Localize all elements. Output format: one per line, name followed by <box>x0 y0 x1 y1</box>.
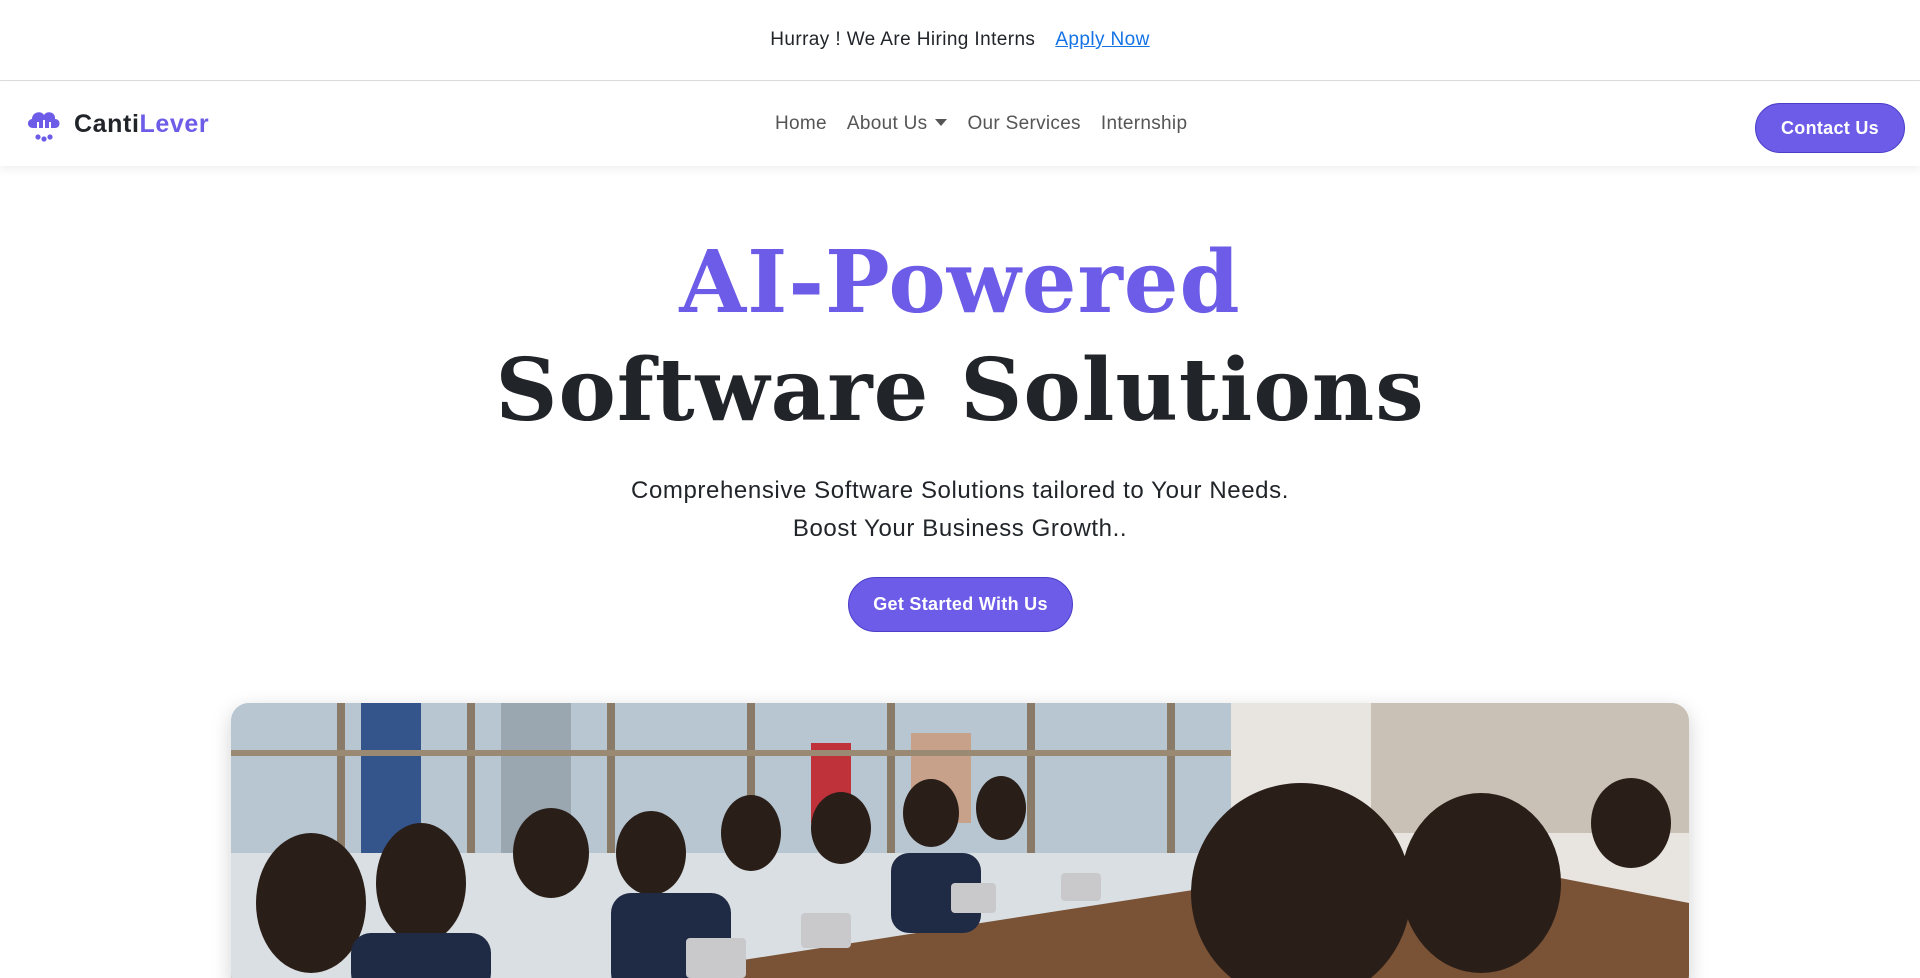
announcement-bar: Hurray ! We Are Hiring Interns Apply Now <box>0 0 1920 81</box>
brand-name-first: Canti <box>74 109 140 138</box>
hero-title-main: Software Solutions <box>495 340 1425 441</box>
brand-name: CantiLever <box>74 110 209 139</box>
hero-subtitle-line-1: Comprehensive Software Solutions tailore… <box>631 477 1289 504</box>
main-navbar: CantiLever Home About Us Our Services In… <box>0 82 1920 166</box>
get-started-button[interactable]: Get Started With Us <box>848 577 1073 632</box>
contact-us-button[interactable]: Contact Us <box>1755 103 1905 153</box>
hero-title-accent: AI-Powered <box>679 232 1241 333</box>
cloud-network-icon <box>27 112 60 142</box>
nav-link-internship-label: Internship <box>1100 113 1188 134</box>
announcement-text: Hurray ! We Are Hiring Interns <box>770 29 1036 50</box>
nav-link-home[interactable]: Home <box>775 113 827 135</box>
brand-name-second: Lever <box>139 109 210 138</box>
hero-photo <box>231 703 1689 978</box>
hero-subtitle-line-2: Boost Your Business Growth.. <box>792 515 1128 542</box>
nav-link-about-us-label: About Us <box>846 113 928 134</box>
nav-links: Home About Us Our Services Internship <box>775 113 1187 135</box>
nav-link-our-services-label: Our Services <box>967 113 1081 134</box>
nav-link-our-services[interactable]: Our Services <box>967 113 1080 135</box>
apply-now-link[interactable]: Apply Now <box>1055 29 1149 51</box>
nav-link-home-label: Home <box>775 113 827 134</box>
meeting-photo-illustration <box>231 703 1689 978</box>
nav-link-internship[interactable]: Internship <box>1101 113 1187 135</box>
hero-subtitle: Comprehensive Software Solutions tailore… <box>0 472 1920 548</box>
brand-logo-link[interactable]: CantiLever <box>24 106 209 142</box>
nav-link-about-us[interactable]: About Us <box>847 113 948 135</box>
caret-down-icon <box>935 118 948 126</box>
